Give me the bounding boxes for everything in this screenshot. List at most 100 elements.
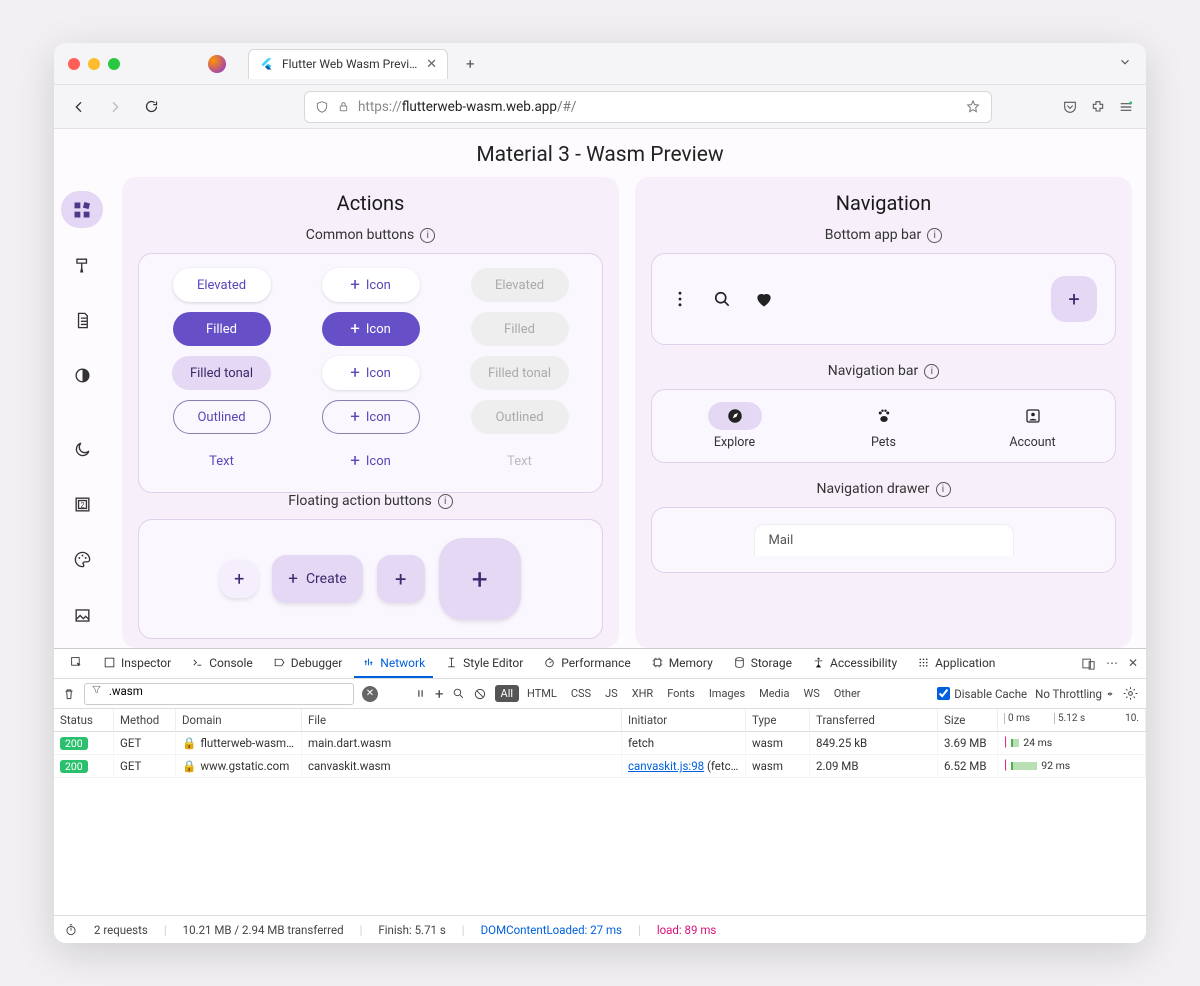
filter-type-js[interactable]: JS [599, 685, 624, 702]
table-cell[interactable]: 200 [54, 732, 114, 755]
tonal-button[interactable]: Filled tonal [172, 356, 271, 390]
table-header[interactable]: Method [114, 709, 176, 732]
forward-button[interactable] [102, 94, 128, 120]
responsive-icon[interactable] [1081, 656, 1096, 671]
filter-type-css[interactable]: CSS [565, 685, 597, 702]
table-cell[interactable]: wasm [746, 732, 810, 755]
pause-icon[interactable] [414, 687, 427, 700]
devtools-tab-memory[interactable]: Memory [643, 650, 721, 678]
table-cell[interactable]: canvaskit.js:98 (fetch) [622, 755, 746, 778]
fab-extended[interactable]: +Create [272, 555, 362, 603]
filter-type-other[interactable]: Other [828, 685, 867, 702]
table-header[interactable]: File [302, 709, 622, 732]
elevated-button[interactable]: Elevated [173, 268, 271, 302]
nav-item-explore[interactable]: Explore [708, 402, 762, 450]
outlined-button[interactable]: Outlined [173, 400, 271, 434]
nav-item-pets[interactable]: Pets [857, 402, 911, 450]
filter-type-all[interactable]: All [495, 685, 520, 702]
table-cell[interactable]: 200 [54, 755, 114, 778]
devtools-tab-style[interactable]: Style Editor [437, 650, 531, 678]
devtools-more-icon[interactable]: ⋯ [1106, 656, 1118, 671]
tab-overflow-icon[interactable] [1118, 54, 1132, 73]
browser-tab[interactable]: Flutter Web Wasm Preview - Ma ✕ [248, 49, 448, 79]
table-header[interactable]: Status [54, 709, 114, 732]
filter-type-html[interactable]: HTML [521, 685, 563, 702]
menu-icon[interactable] [1118, 99, 1134, 115]
table-header[interactable]: Domain [176, 709, 302, 732]
rail-dark-mode-icon[interactable] [61, 431, 103, 468]
fab-medium[interactable]: + [377, 555, 425, 603]
devtools-tab-perf[interactable]: Performance [535, 650, 638, 678]
filter-type-xhr[interactable]: XHR [626, 685, 660, 702]
devtools-tab-app[interactable]: Application [909, 650, 1003, 678]
table-header[interactable]: Initiator [622, 709, 746, 732]
rail-image-icon[interactable] [61, 597, 103, 634]
minimize-window-button[interactable] [88, 58, 100, 70]
extensions-icon[interactable] [1090, 99, 1106, 115]
table-header[interactable]: Size [938, 709, 998, 732]
filter-type-fonts[interactable]: Fonts [661, 685, 701, 702]
table-cell[interactable]: fetch [622, 732, 746, 755]
address-bar[interactable]: https://flutterweb-wasm.web.app/#/ [304, 91, 992, 123]
maximize-window-button[interactable] [108, 58, 120, 70]
elevated-icon-button[interactable]: +Icon [322, 268, 420, 302]
reload-button[interactable] [138, 94, 164, 120]
rail-doc-icon[interactable] [61, 302, 103, 339]
table-cell[interactable]: 🔒flutterweb-wasm.... [176, 732, 302, 755]
table-cell[interactable]: canvaskit.wasm [302, 755, 622, 778]
devtools-tab-network[interactable]: Network [354, 650, 433, 678]
drawer-item-mail[interactable]: Mail [769, 533, 794, 548]
more-vert-icon[interactable] [670, 289, 690, 309]
close-window-button[interactable] [68, 58, 80, 70]
add-request-icon[interactable]: + [435, 685, 444, 703]
table-cell[interactable]: wasm [746, 755, 810, 778]
rail-paint-icon[interactable] [61, 246, 103, 283]
table-cell[interactable]: GET [114, 732, 176, 755]
devtools-tab-debugger[interactable]: Debugger [265, 650, 351, 678]
info-icon[interactable]: i [936, 482, 951, 497]
rail-widgets-icon[interactable] [61, 191, 103, 228]
table-cell[interactable]: 2.09 MB [810, 755, 938, 778]
bookmark-star-icon[interactable] [965, 99, 981, 115]
pocket-icon[interactable] [1062, 99, 1078, 115]
table-cell[interactable]: 6.52 MB [938, 755, 998, 778]
filter-type-images[interactable]: Images [703, 685, 751, 702]
element-picker-icon[interactable] [62, 650, 91, 678]
filter-input[interactable] [84, 683, 354, 705]
rail-contrast-icon[interactable] [61, 357, 103, 394]
clear-filter-icon[interactable]: ✕ [362, 686, 378, 702]
info-icon[interactable]: i [924, 364, 939, 379]
devtools-tab-a11y[interactable]: Accessibility [804, 650, 905, 678]
table-header[interactable]: Transferred [810, 709, 938, 732]
appbar-fab[interactable]: + [1051, 276, 1097, 322]
table-cell[interactable]: 🔒www.gstatic.com [176, 755, 302, 778]
back-button[interactable] [66, 94, 92, 120]
text-icon-button[interactable]: +Icon [322, 444, 420, 478]
devtools-tab-console[interactable]: Console [183, 650, 261, 678]
table-header[interactable]: Type [746, 709, 810, 732]
settings-gear-icon[interactable] [1123, 686, 1138, 701]
new-tab-button[interactable]: + [466, 55, 475, 73]
heart-icon[interactable] [754, 289, 774, 309]
trash-icon[interactable] [62, 687, 76, 701]
rail-palette-icon[interactable] [61, 541, 103, 578]
text-button[interactable]: Text [173, 444, 271, 478]
fab-large[interactable]: + [439, 538, 521, 620]
table-cell[interactable]: 849.25 kB [810, 732, 938, 755]
fab-small[interactable]: + [220, 560, 258, 598]
devtools-tab-inspector[interactable]: Inspector [95, 650, 179, 678]
network-table[interactable]: StatusMethodDomainFileInitiatorTypeTrans… [54, 709, 1146, 778]
disable-cache-checkbox[interactable]: Disable Cache [937, 687, 1027, 701]
filled-button[interactable]: Filled [173, 312, 271, 346]
table-cell[interactable]: main.dart.wasm [302, 732, 622, 755]
filter-type-media[interactable]: Media [753, 685, 795, 702]
devtools-close-icon[interactable]: ✕ [1128, 656, 1138, 671]
filter-types[interactable]: AllHTMLCSSJSXHRFontsImagesMediaWSOther [495, 685, 867, 702]
filled-icon-button[interactable]: +Icon [322, 312, 420, 346]
search-icon[interactable] [452, 687, 465, 700]
info-icon[interactable]: i [420, 228, 435, 243]
filter-type-ws[interactable]: WS [797, 685, 825, 702]
throttling-select[interactable]: No Throttling [1035, 687, 1115, 701]
nav-item-account[interactable]: Account [1006, 402, 1060, 450]
info-icon[interactable]: i [927, 228, 942, 243]
